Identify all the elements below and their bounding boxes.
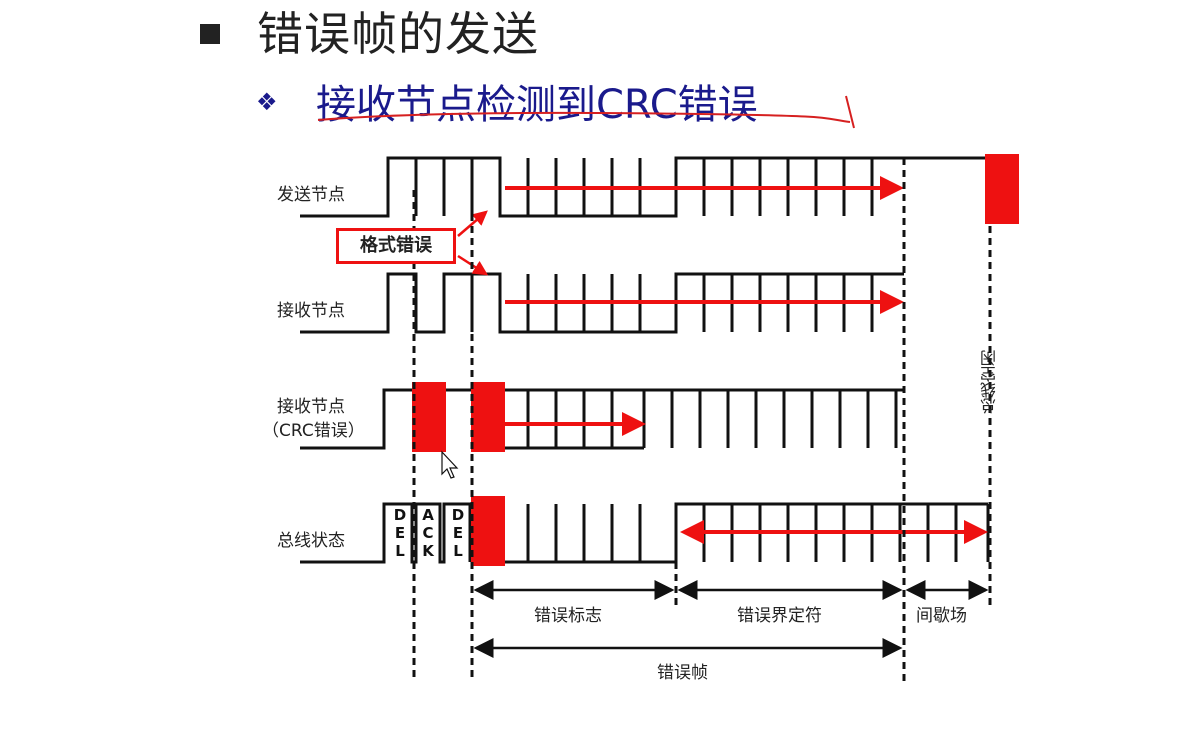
segment-label-bus-idle: 总线空闲 — [980, 350, 999, 414]
mouse-pointer-icon — [441, 450, 459, 479]
crc-error-block-flag — [471, 382, 505, 452]
bus-bit-ack-k: K — [422, 542, 434, 560]
segment-label-error-flag: 错误标志 — [534, 606, 602, 626]
crc-error-block-ack — [412, 382, 446, 452]
bus-bit-del2-e: E — [452, 524, 464, 542]
bus-bit-ack-a: A — [422, 506, 434, 524]
bus-bit-ack-c: C — [422, 524, 434, 542]
bus-bit-del2-d: D — [451, 506, 465, 524]
sender-error-block — [985, 154, 1019, 224]
bus-bit-del1-e: E — [394, 524, 406, 542]
segment-label-error-frame: 错误帧 — [657, 663, 708, 683]
bus-error-block — [471, 496, 505, 566]
segment-label-error-delimiter: 错误界定符 — [737, 606, 822, 626]
format-error-box: 格式错误 — [336, 228, 456, 264]
segment-label-intermission: 间歇场 — [916, 606, 967, 626]
receiver-crc-waveform — [300, 388, 904, 450]
bus-bit-del1-d: D — [393, 506, 407, 524]
bus-bit-del1-l: L — [395, 542, 405, 560]
bus-bit-del2-l: L — [453, 542, 463, 560]
